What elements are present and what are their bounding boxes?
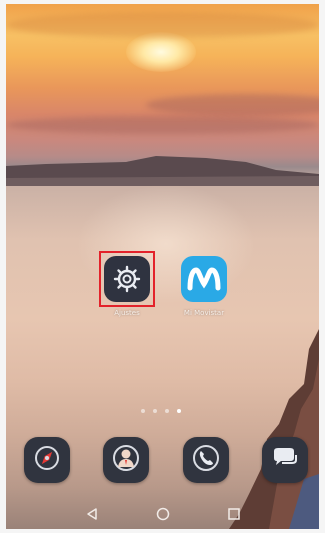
home-icon bbox=[156, 506, 170, 525]
app-ajustes-label: Ajustes bbox=[114, 309, 140, 317]
highlight-box bbox=[99, 251, 155, 307]
navigation-bar bbox=[6, 501, 319, 529]
nav-home-button[interactable] bbox=[153, 505, 173, 525]
page-dot[interactable] bbox=[141, 409, 145, 413]
page-dot[interactable] bbox=[153, 409, 157, 413]
dock-phone-button[interactable] bbox=[183, 437, 229, 483]
nav-recents-button[interactable] bbox=[224, 505, 244, 525]
dock-contacts-button[interactable] bbox=[103, 437, 149, 483]
wallpaper-cliff bbox=[229, 329, 319, 529]
nav-back-button[interactable] bbox=[82, 505, 102, 525]
app-mi-movistar[interactable]: Mi Movistar bbox=[174, 256, 234, 317]
recents-icon bbox=[227, 506, 241, 525]
page-indicator bbox=[141, 409, 181, 413]
dock-messages-button[interactable] bbox=[262, 437, 308, 483]
movistar-logo-icon bbox=[181, 256, 227, 302]
contacts-icon bbox=[111, 443, 141, 477]
messages-icon bbox=[270, 443, 300, 477]
back-icon bbox=[85, 506, 99, 525]
wallpaper-sun bbox=[126, 32, 196, 72]
page-dot[interactable] bbox=[165, 409, 169, 413]
phone-icon bbox=[191, 443, 221, 477]
device-frame: Ajustes Mi Movistar bbox=[0, 0, 325, 533]
page-dot-active[interactable] bbox=[177, 409, 181, 413]
home-screen: Ajustes Mi Movistar bbox=[6, 4, 319, 529]
browser-compass-icon bbox=[32, 443, 62, 477]
wallpaper-island bbox=[6, 156, 319, 186]
app-mi-movistar-label: Mi Movistar bbox=[183, 309, 225, 317]
dock-browser-button[interactable] bbox=[24, 437, 70, 483]
